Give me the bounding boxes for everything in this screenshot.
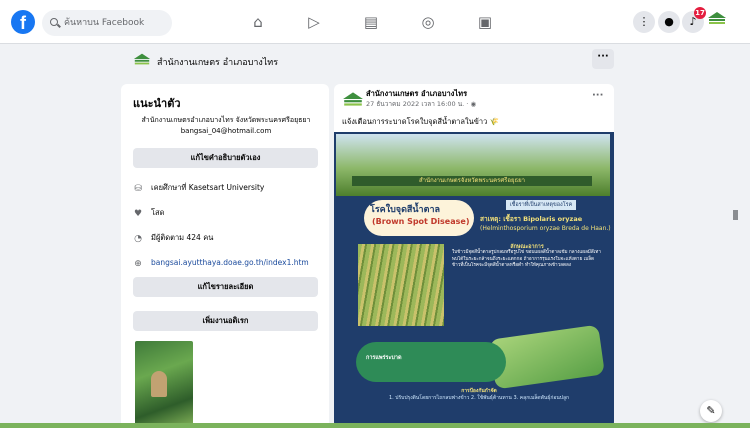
- video-icon[interactable]: ▷: [305, 13, 323, 31]
- bottom-strip: [0, 423, 750, 428]
- post-more-button[interactable]: ···: [592, 90, 603, 101]
- post-image[interactable]: สำนักงานเกษตรจังหวัดพระนครศรีอยุธยา โรคใ…: [334, 132, 614, 428]
- groups-icon[interactable]: ▣: [476, 13, 494, 31]
- poster-prevention-text: 1. ปรับปรุงดินโดยการไถกลบฟางข้าว 2. ใช้พ…: [388, 395, 570, 401]
- heart-icon: ♥: [133, 209, 143, 219]
- profile-avatar[interactable]: [706, 11, 728, 33]
- add-hobbies-button[interactable]: เพิ่มงานอดิเรก: [133, 311, 318, 331]
- post-text: แจ้งเตือนการระบาดโรคใบจุดสีน้ำตาลในข้าว …: [342, 117, 500, 126]
- graduation-cap-icon: ⛁: [134, 184, 142, 194]
- compose-icon: ✎: [706, 404, 716, 417]
- menu-grid-icon[interactable]: ⋮: [633, 11, 655, 33]
- poster-symptoms: ลักษณะอาการ ใบข้าวมีจุดสีน้ำตาลรูปกลมหรื…: [452, 244, 602, 340]
- gaming-icon[interactable]: ◎: [419, 13, 437, 31]
- poster-prevention-heading: การป้องกันกำจัด: [461, 388, 497, 394]
- intro-card: แนะนำตัว สำนักงานเกษตรอำเภอบางไทร จังหวั…: [121, 84, 329, 428]
- page-logo-icon: [133, 53, 151, 65]
- globe-icon: ◉: [470, 100, 477, 108]
- page-title[interactable]: สำนักงานเกษตร อำเภอบางไทร: [157, 55, 278, 69]
- poster-title-en: (Brown Spot Disease): [372, 217, 470, 226]
- search-icon: [50, 18, 58, 26]
- post-timestamp[interactable]: 27 ธันวาคม 2022 เวลา 16:00 น. · ◉: [366, 99, 476, 109]
- marketplace-icon[interactable]: ▤: [362, 13, 380, 31]
- page-logo-icon: [708, 12, 726, 24]
- notification-badge: 17: [694, 7, 706, 19]
- poster-rice-photo: [358, 244, 444, 326]
- more-options-button[interactable]: ···: [592, 49, 614, 69]
- info-website[interactable]: ⊕ bangsai.ayutthaya.doae.go.th/index1.htm: [133, 256, 309, 270]
- rss-icon: ◔: [134, 234, 142, 244]
- home-icon[interactable]: ⌂: [249, 13, 267, 31]
- poster-title-th: โรคใบจุดสีน้ำตาล: [370, 205, 441, 215]
- page-subheader: [0, 44, 750, 76]
- edit-bio-button[interactable]: แก้ไขคำอธิบายตัวเอง: [133, 148, 318, 168]
- top-navigation-bar: f ค้นหาบน Facebook ⌂ ▷ ▤ ◎ ▣ ⋮ ● ♪ 17: [0, 0, 750, 44]
- poster-tag: เชื้อราที่เป็นสาเหตุของโรค: [506, 200, 576, 210]
- search-placeholder: ค้นหาบน Facebook: [64, 18, 145, 28]
- edit-details-button[interactable]: แก้ไขรายละเอียด: [133, 277, 318, 297]
- poster-header-band: สำนักงานเกษตรจังหวัดพระนครศรีอยุธยา: [352, 176, 592, 186]
- info-followers: ◔ มีผู้ติดตาม 424 คน: [134, 233, 214, 244]
- facebook-logo[interactable]: f: [11, 10, 35, 34]
- intro-bio: สำนักงานเกษตรอำเภอบางไทร จังหวัดพระนครศร…: [141, 116, 311, 135]
- intro-heading: แนะนำตัว: [133, 97, 181, 110]
- info-relationship: ♥ โสด: [133, 208, 165, 219]
- info-education: ⛁ เคยศึกษาที่ Kasetsart University: [134, 183, 265, 194]
- search-input[interactable]: ค้นหาบน Facebook: [42, 10, 172, 36]
- featured-photo[interactable]: [135, 341, 193, 428]
- poster-prevention: การป้องกันกำจัด 1. ปรับปรุงดินโดยการไถกล…: [374, 388, 584, 402]
- post-author-avatar[interactable]: [342, 90, 364, 108]
- messenger-icon[interactable]: ●: [658, 11, 680, 33]
- globe-icon: ⊕: [134, 259, 142, 269]
- poster-symptoms-text: ใบข้าวมีจุดสีน้ำตาลรูปกลมหรือรูปไข่ ขอบแ…: [452, 250, 601, 269]
- new-message-button[interactable]: ✎: [700, 400, 722, 422]
- scrollbar-thumb[interactable]: [733, 210, 738, 220]
- poster-header-image: [336, 134, 610, 196]
- website-link[interactable]: bangsai.ayutthaya.doae.go.th/index1.htm: [151, 258, 309, 267]
- poster-cause-alt: (Helminthosporium oryzae Breda de Haan.): [480, 225, 611, 232]
- poster-cause: สาเหตุ: เชื้อรา Bipolaris oryzae: [480, 215, 583, 223]
- post-card: สำนักงานเกษตร อำเภอบางไทร 27 ธันวาคม 202…: [334, 84, 614, 428]
- poster-spread-bubble: การแพร่ระบาด: [356, 342, 506, 382]
